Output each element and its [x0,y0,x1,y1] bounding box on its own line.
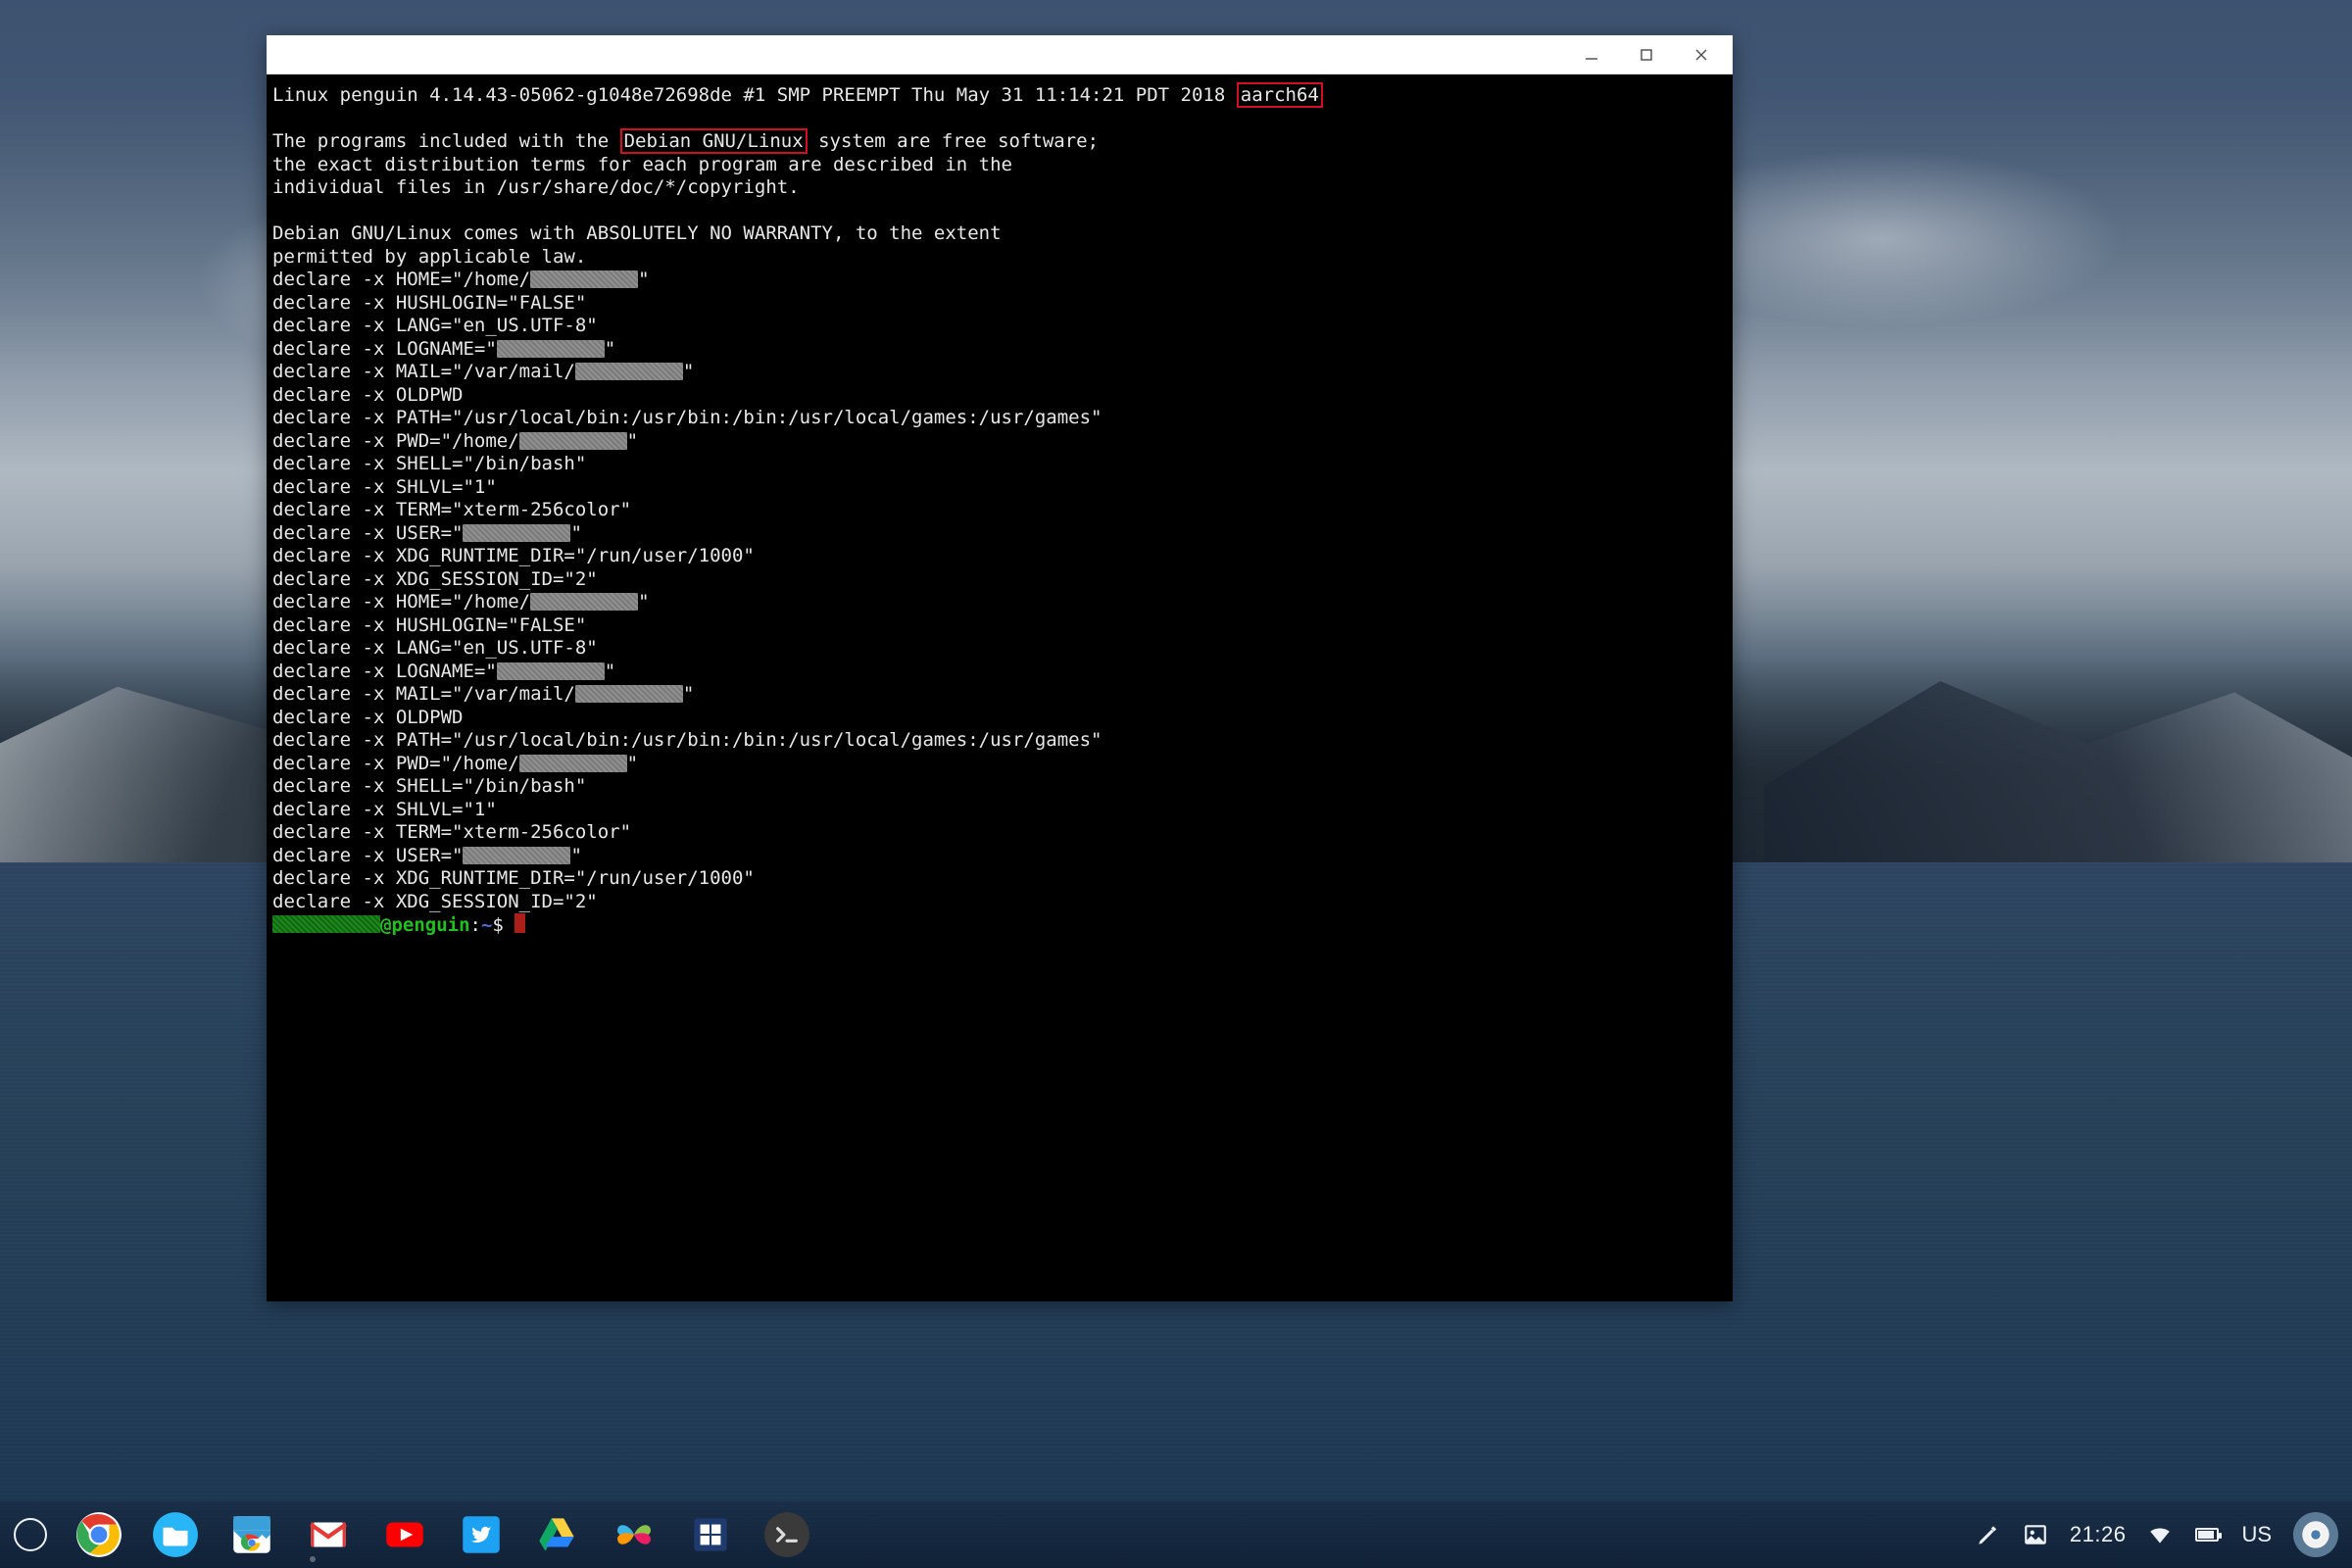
status-tray[interactable]: 21:26 US [1976,1512,2338,1557]
clock[interactable]: 21:26 [2070,1522,2127,1547]
close-button[interactable] [1674,35,1729,74]
launcher-button[interactable] [14,1518,47,1551]
app-twitter-icon[interactable] [457,1510,506,1559]
app-drive-icon[interactable] [533,1510,582,1559]
avatar-chrome-icon[interactable] [2293,1512,2338,1557]
app-files-icon[interactable] [151,1510,200,1559]
app-windows-icon[interactable] [686,1510,735,1559]
pen-icon[interactable] [1976,1522,2001,1547]
input-locale[interactable]: US [2241,1522,2272,1547]
battery-icon[interactable] [2194,1522,2220,1547]
minimize-button[interactable] [1564,35,1619,74]
window-titlebar[interactable] [267,35,1733,74]
app-gmail-icon[interactable] [304,1510,353,1559]
terminal-window: Linux penguin 4.14.43-05062-g1048e72698d… [267,35,1733,1301]
shelf-apps [74,1510,811,1559]
app-terminal-icon[interactable] [762,1510,811,1559]
app-youtube-icon[interactable] [380,1510,429,1559]
maximize-button[interactable] [1619,35,1674,74]
app-webstore-icon[interactable] [227,1510,276,1559]
app-butterfly-icon[interactable] [610,1510,659,1559]
shelf: 21:26 US [0,1501,2352,1568]
app-chrome-icon[interactable] [74,1510,123,1559]
desktop: Linux penguin 4.14.43-05062-g1048e72698d… [0,0,2352,1568]
terminal-output[interactable]: Linux penguin 4.14.43-05062-g1048e72698d… [267,74,1733,1301]
wifi-icon[interactable] [2147,1522,2173,1547]
picture-icon[interactable] [2023,1522,2048,1547]
